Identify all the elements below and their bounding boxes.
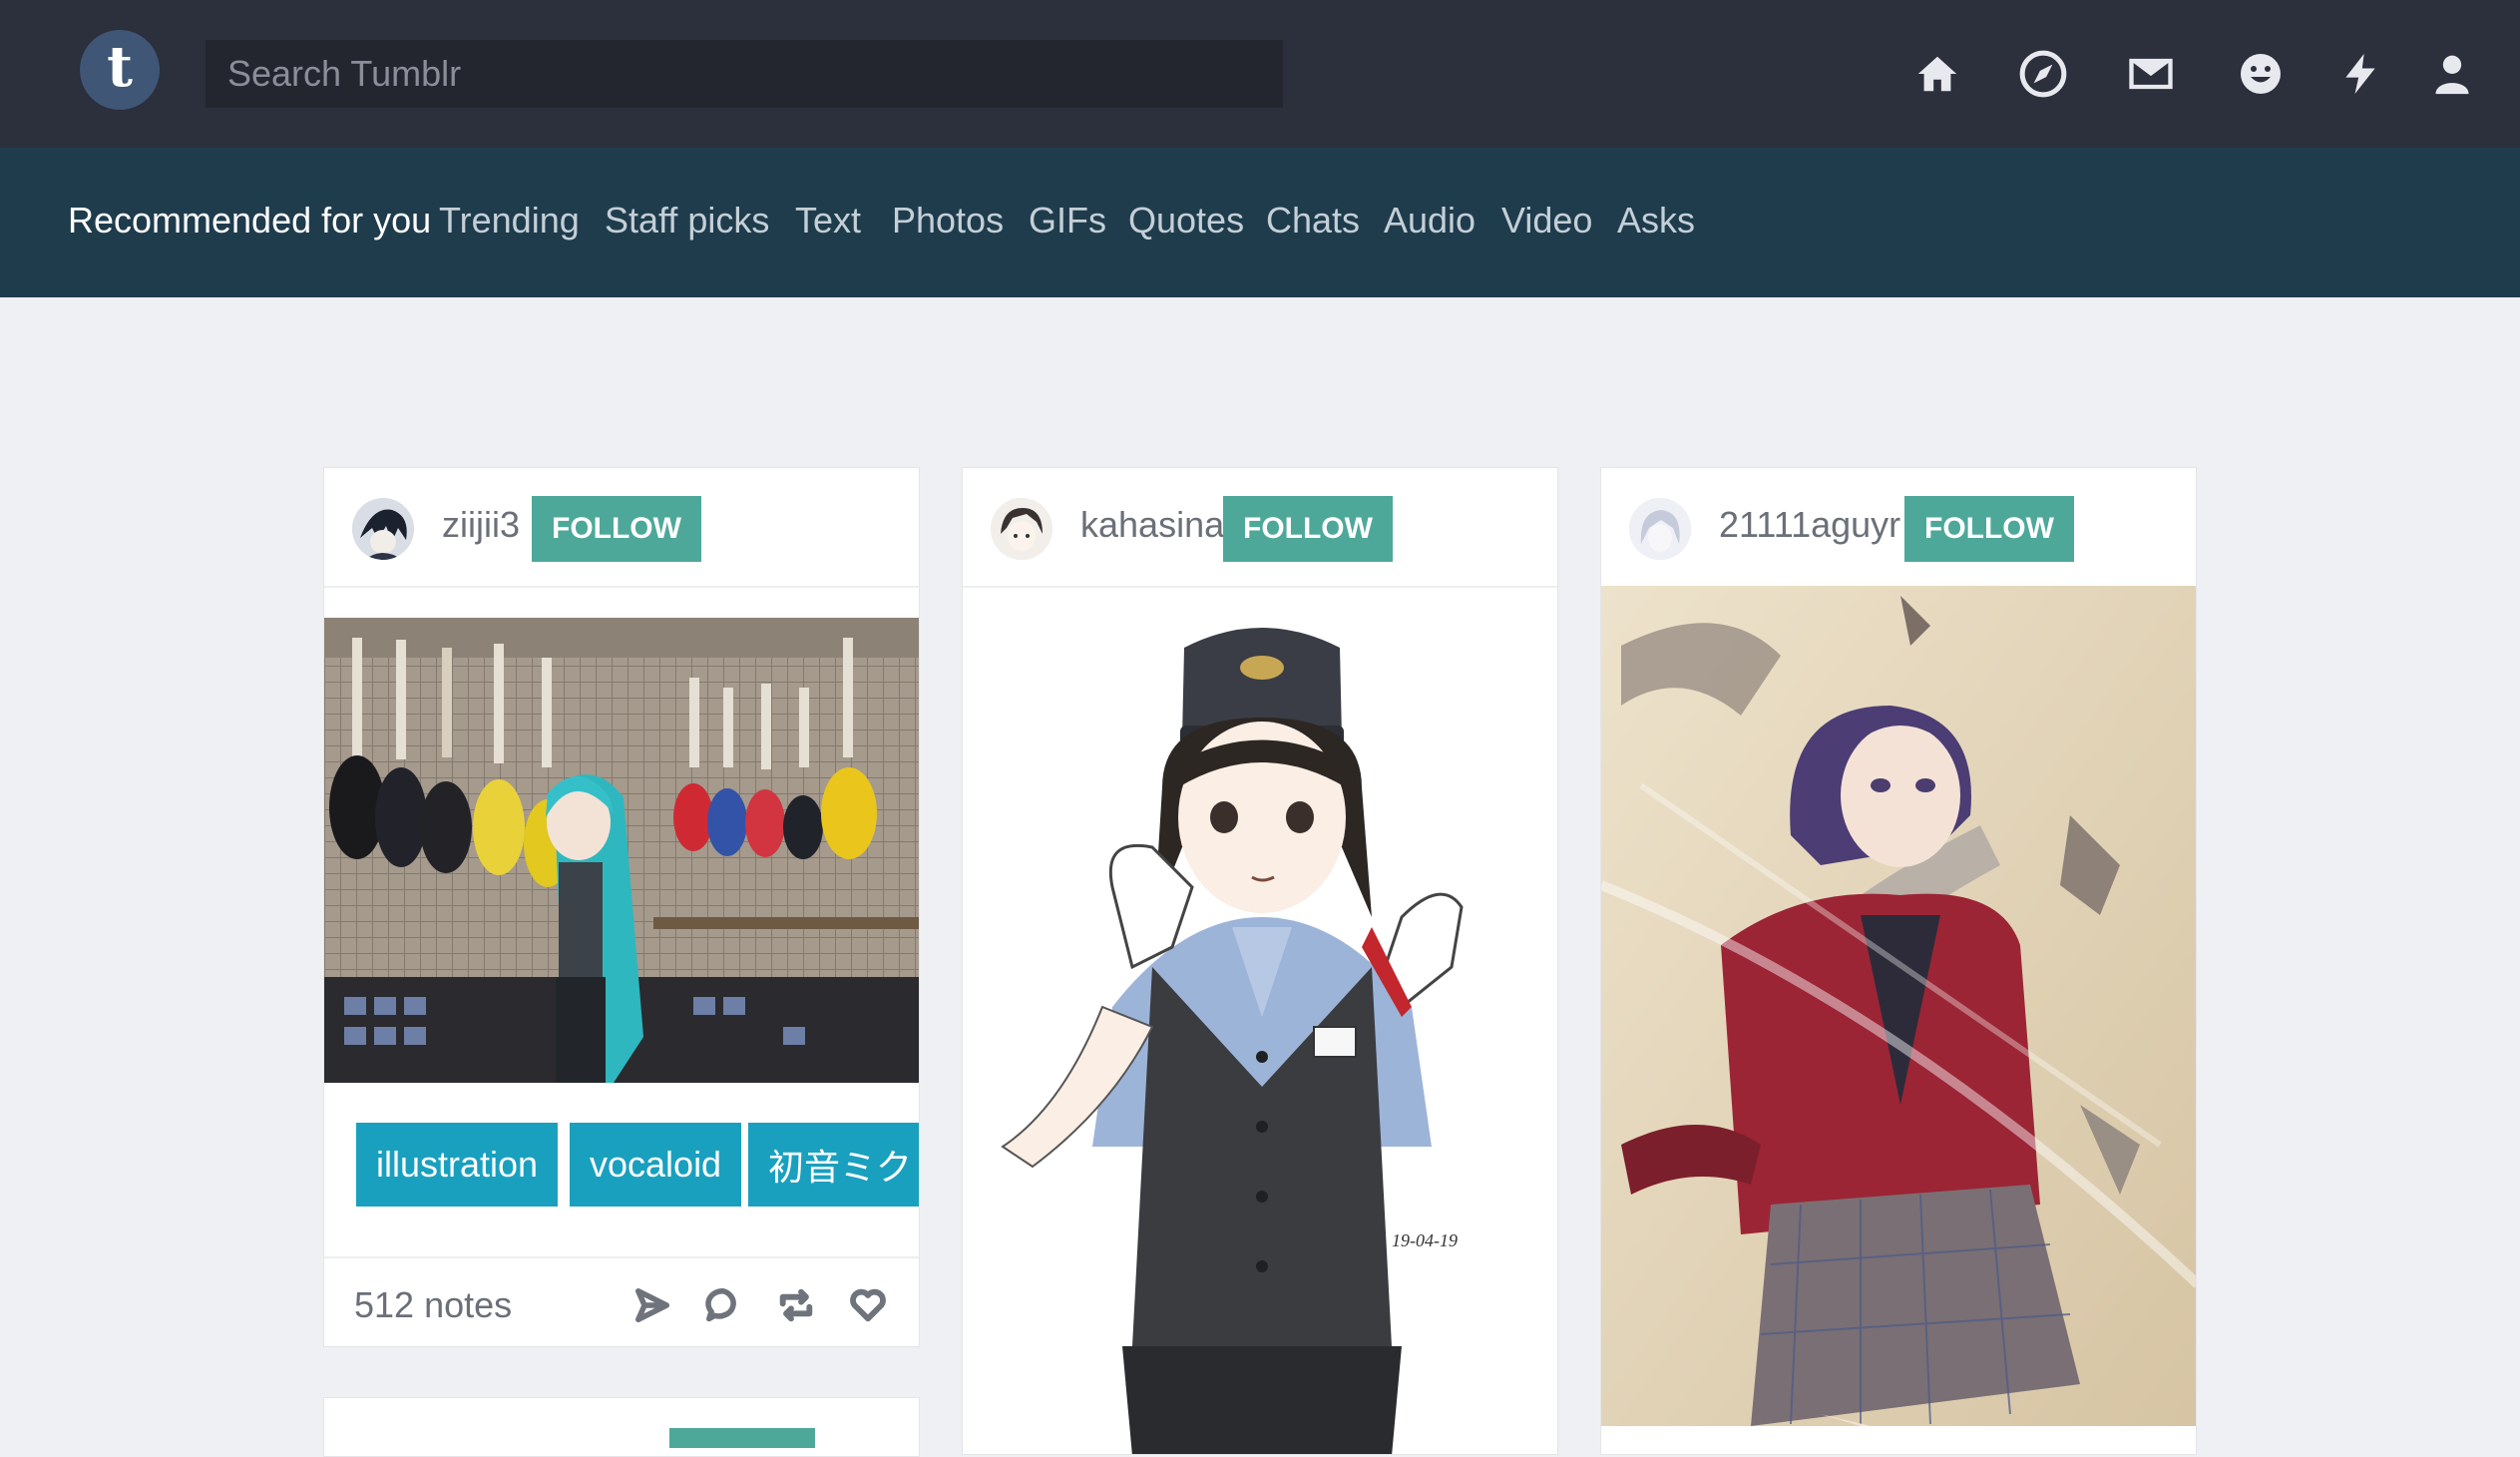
post-card: kahasina FOLLOW 19-04-19 bbox=[962, 467, 1558, 1455]
reply-icon[interactable] bbox=[696, 1278, 750, 1332]
tab-text[interactable]: Text bbox=[795, 200, 861, 242]
post-tag[interactable]: illustration bbox=[356, 1123, 559, 1207]
tumblr-logo[interactable]: t bbox=[80, 30, 160, 110]
post-header: 21111aguyr FOLLOW bbox=[1601, 468, 2196, 588]
explore-tabs-bar: Recommended for you Trending Staff picks… bbox=[0, 148, 2520, 297]
post-image[interactable]: 19-04-19 bbox=[963, 588, 1557, 1454]
inbox-mail-icon[interactable] bbox=[2121, 44, 2181, 104]
post-card: ziijii3 FOLLOW illustration vocaloid 初音ミ… bbox=[323, 467, 920, 1347]
post-username[interactable]: 21111aguyr bbox=[1719, 504, 1900, 546]
post-header: ziijii3 FOLLOW bbox=[324, 468, 919, 588]
tab-asks[interactable]: Asks bbox=[1617, 200, 1695, 242]
home-icon[interactable] bbox=[1907, 44, 1967, 104]
tab-staff-picks[interactable]: Staff picks bbox=[605, 200, 769, 242]
account-person-icon[interactable] bbox=[2422, 44, 2482, 104]
post-card: 21111aguyr FOLLOW bbox=[1600, 467, 2197, 1455]
share-icon[interactable] bbox=[626, 1278, 679, 1332]
avatar[interactable] bbox=[991, 498, 1052, 560]
tumblr-logo-letter: t bbox=[107, 34, 133, 100]
post-image[interactable] bbox=[324, 618, 919, 1083]
post-footer: 512 notes bbox=[324, 1256, 919, 1346]
notes-count[interactable]: 512 notes bbox=[354, 1284, 512, 1326]
search-input[interactable] bbox=[206, 40, 1283, 108]
avatar[interactable] bbox=[352, 498, 414, 560]
explore-compass-icon[interactable] bbox=[2013, 44, 2073, 104]
follow-button[interactable]: FOLLOW bbox=[1223, 496, 1393, 562]
messaging-smiley-icon[interactable] bbox=[2231, 44, 2291, 104]
svg-text:19-04-19: 19-04-19 bbox=[1392, 1230, 1458, 1250]
activity-lightning-icon[interactable] bbox=[2330, 44, 2390, 104]
follow-button[interactable]: FOLLOW bbox=[1904, 496, 2074, 562]
tab-gifs[interactable]: GIFs bbox=[1029, 200, 1106, 242]
follow-button[interactable] bbox=[669, 1428, 815, 1448]
tab-trending[interactable]: Trending bbox=[439, 200, 580, 242]
tab-photos[interactable]: Photos bbox=[892, 200, 1004, 242]
top-navigation-bar: t bbox=[0, 0, 2520, 148]
post-username[interactable]: kahasina bbox=[1080, 504, 1224, 546]
tab-chats[interactable]: Chats bbox=[1266, 200, 1360, 242]
tab-recommended-for-you[interactable]: Recommended for you bbox=[68, 200, 431, 242]
reblog-icon[interactable] bbox=[769, 1278, 823, 1332]
follow-button[interactable]: FOLLOW bbox=[532, 496, 701, 562]
avatar[interactable] bbox=[1629, 498, 1691, 560]
post-image[interactable] bbox=[1601, 586, 2196, 1426]
post-tag[interactable]: vocaloid bbox=[570, 1123, 742, 1207]
tab-quotes[interactable]: Quotes bbox=[1128, 200, 1244, 242]
tab-audio[interactable]: Audio bbox=[1384, 200, 1475, 242]
post-card bbox=[323, 1397, 920, 1457]
post-username[interactable]: ziijii3 bbox=[442, 504, 520, 546]
like-heart-icon[interactable] bbox=[841, 1278, 895, 1332]
post-tag[interactable]: 初音ミク bbox=[748, 1123, 919, 1207]
tab-video[interactable]: Video bbox=[1501, 200, 1592, 242]
post-header: kahasina FOLLOW bbox=[963, 468, 1557, 588]
